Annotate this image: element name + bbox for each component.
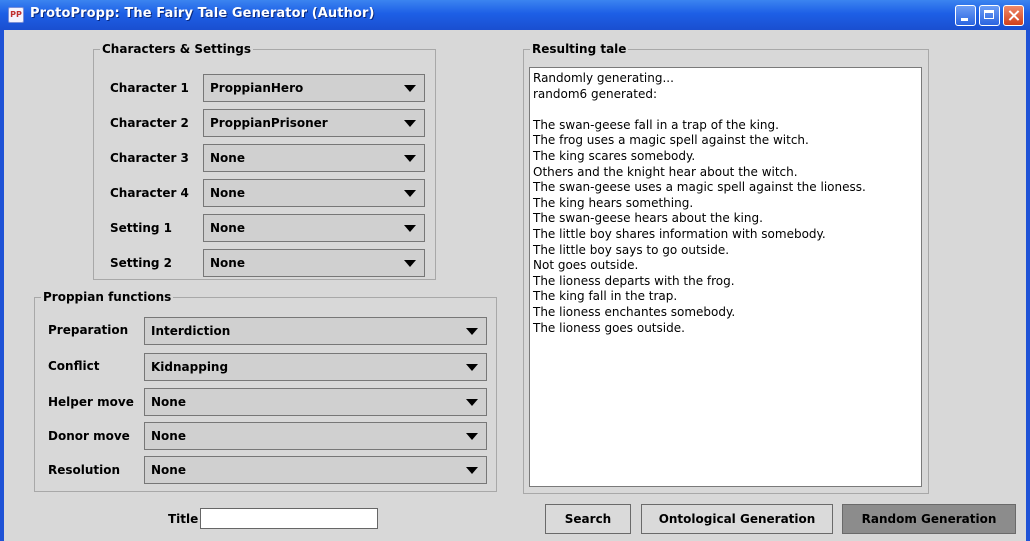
combo-helper-move[interactable]: None	[144, 388, 487, 416]
dropdown-arrow-icon	[466, 364, 478, 371]
combo-setting-1[interactable]: None	[203, 214, 425, 242]
label-character-4: Character 4	[110, 186, 189, 200]
label-setting-1: Setting 1	[110, 221, 173, 235]
combo-character-1[interactable]: ProppianHero	[203, 74, 425, 102]
maximize-icon[interactable]	[979, 5, 1000, 26]
tale-line: The king fall in the trap.	[533, 289, 678, 304]
label-helper-move: Helper move	[48, 395, 134, 409]
combo-value: ProppianPrisoner	[210, 116, 328, 130]
group-title-resulting-tale: Resulting tale	[530, 41, 629, 57]
dropdown-arrow-icon	[404, 85, 416, 92]
combo-donor-move[interactable]: None	[144, 422, 487, 450]
title-input[interactable]	[200, 508, 378, 529]
combo-value: None	[210, 186, 245, 200]
label-character-3: Character 3	[110, 151, 189, 165]
label-preparation: Preparation	[48, 323, 129, 337]
combo-value: Interdiction	[151, 324, 231, 338]
tale-line: The lioness goes outside.	[533, 320, 685, 335]
tale-line: Others and the knight hear about the wit…	[533, 164, 798, 179]
combo-resolution[interactable]: None	[144, 456, 487, 484]
minimize-icon[interactable]	[955, 5, 976, 26]
window-title: ProtoPropp: The Fairy Tale Generator (Au…	[30, 6, 375, 21]
combo-character-3[interactable]: None	[203, 144, 425, 172]
combo-preparation[interactable]: Interdiction	[144, 317, 487, 345]
tale-line: The swan-geese uses a magic spell agains…	[533, 180, 866, 195]
dropdown-arrow-icon	[466, 399, 478, 406]
label-donor-move: Donor move	[48, 429, 130, 443]
tale-line: random6 generated:	[533, 86, 658, 101]
tale-line: The frog uses a magic spell against the …	[533, 133, 809, 148]
title-bar[interactable]: PP ProtoPropp: The Fairy Tale Generator …	[0, 0, 1030, 30]
combo-character-4[interactable]: None	[203, 179, 425, 207]
tale-line: The king hears something.	[533, 195, 694, 210]
tale-line: The king scares somebody.	[533, 148, 696, 163]
search-button[interactable]: Search	[545, 504, 631, 534]
dropdown-arrow-icon	[466, 433, 478, 440]
dropdown-arrow-icon	[404, 155, 416, 162]
tale-line: The little boy shares information with s…	[533, 226, 826, 241]
dropdown-arrow-icon	[404, 225, 416, 232]
app-icon: PP	[8, 7, 24, 23]
tale-line	[533, 102, 918, 118]
tale-line: The lioness enchantes somebody.	[533, 304, 736, 319]
dropdown-arrow-icon	[404, 260, 416, 267]
combo-value: ProppianHero	[210, 81, 304, 95]
combo-value: Kidnapping	[151, 360, 229, 374]
group-title-characters-settings: Characters & Settings	[100, 41, 253, 57]
combo-value: None	[210, 221, 245, 235]
label-setting-2: Setting 2	[110, 256, 173, 270]
random-generation-button[interactable]: Random Generation	[842, 504, 1016, 534]
tale-line: The little boy says to go outside.	[533, 242, 730, 257]
dropdown-arrow-icon	[466, 467, 478, 474]
combo-value: None	[151, 463, 186, 477]
combo-conflict[interactable]: Kidnapping	[144, 353, 487, 381]
combo-value: None	[151, 429, 186, 443]
close-icon[interactable]	[1003, 5, 1024, 26]
app-window: PP ProtoPropp: The Fairy Tale Generator …	[0, 0, 1030, 541]
label-conflict: Conflict	[48, 359, 100, 373]
title-label: Title	[168, 512, 199, 526]
combo-value: None	[210, 151, 245, 165]
ontological-generation-button[interactable]: Ontological Generation	[641, 504, 833, 534]
dropdown-arrow-icon	[404, 120, 416, 127]
combo-character-2[interactable]: ProppianPrisoner	[203, 109, 425, 137]
label-resolution: Resolution	[48, 463, 121, 477]
combo-value: None	[151, 395, 186, 409]
dropdown-arrow-icon	[466, 328, 478, 335]
group-title-proppian-functions: Proppian functions	[41, 289, 174, 305]
label-character-2: Character 2	[110, 116, 189, 130]
tale-line: Randomly generating...	[533, 71, 674, 85]
tale-line: The swan-geese fall in a trap of the kin…	[533, 117, 779, 132]
tale-line: Not goes outside.	[533, 258, 639, 273]
tale-line: The lioness departs with the frog.	[533, 273, 735, 288]
combo-value: None	[210, 256, 245, 270]
resulting-tale-textarea[interactable]: Randomly generating... random6 generated…	[529, 67, 922, 487]
label-character-1: Character 1	[110, 81, 189, 95]
tale-line: The swan-geese hears about the king.	[533, 211, 763, 226]
combo-setting-2[interactable]: None	[203, 249, 425, 277]
dropdown-arrow-icon	[404, 190, 416, 197]
